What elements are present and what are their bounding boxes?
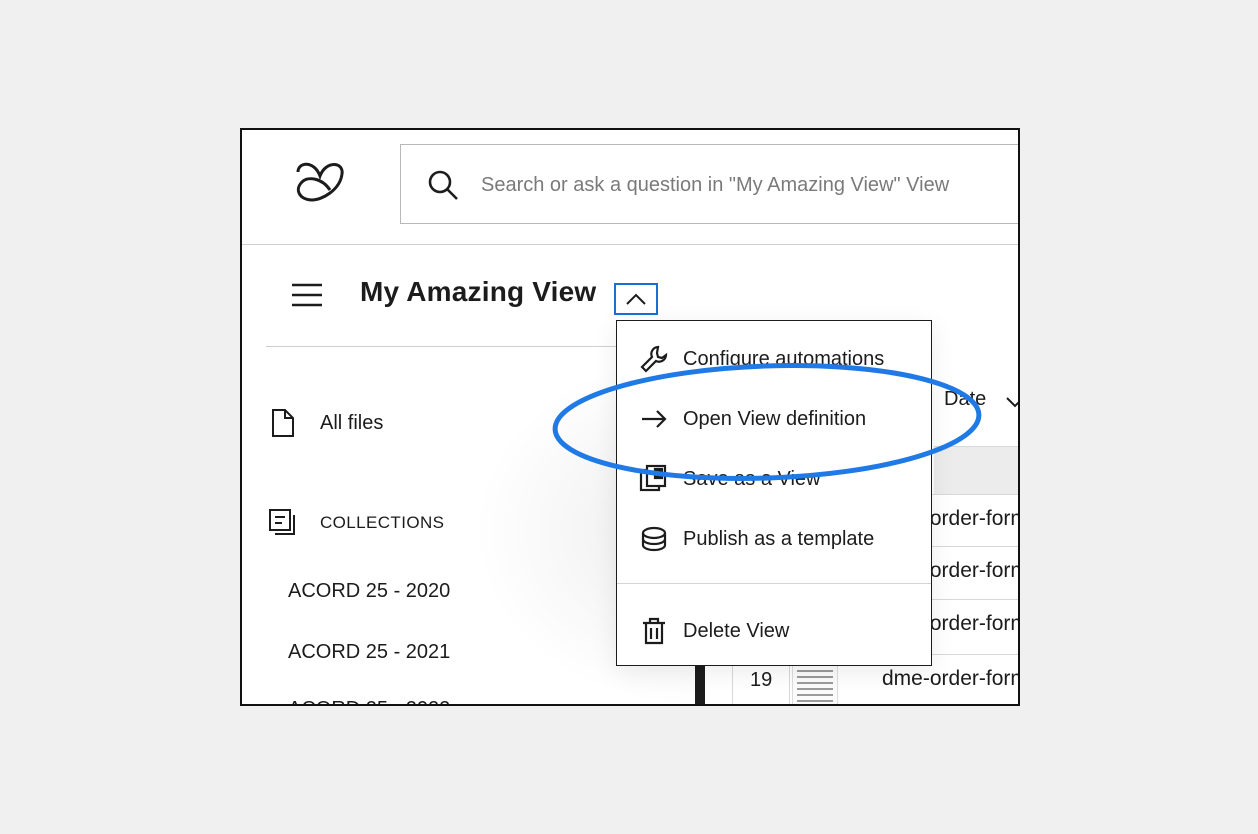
document-thumbnail [792, 659, 838, 704]
sidebar-item-all-files[interactable]: All files [270, 408, 383, 438]
menu-item-label: Configure automations [683, 347, 885, 370]
view-menu-toggle-button[interactable] [614, 283, 658, 315]
page-title: My Amazing View [360, 276, 597, 307]
menu-item-label: Open View definition [683, 407, 867, 430]
date-column-header[interactable]: Date [944, 388, 986, 411]
sidebar-item-label: All files [320, 411, 384, 434]
collections-label: COLLECTIONS [320, 513, 445, 532]
file-name: dme-order-form- [882, 667, 1020, 690]
sidebar-collections-heading: COLLECTIONS [268, 508, 444, 538]
view-options-dropdown: Configure automations Open View definiti… [616, 320, 932, 666]
menu-item-open-view-definition[interactable]: Open View definition [617, 399, 931, 439]
hamburger-menu-icon[interactable] [290, 280, 324, 310]
chevron-up-icon [626, 293, 646, 305]
menu-item-label: Publish as a template [683, 527, 875, 550]
collections-icon [269, 509, 295, 535]
search-input[interactable] [481, 169, 1018, 201]
wrench-icon [640, 345, 668, 373]
menu-item-save-as-view[interactable]: Save as a View [617, 459, 931, 499]
header-divider [266, 346, 656, 347]
database-icon [641, 526, 667, 552]
menu-item-delete-view[interactable]: Delete View [617, 611, 931, 651]
menu-item-configure-automations[interactable]: Configure automations [617, 339, 931, 379]
trash-icon [643, 617, 665, 645]
collection-item[interactable]: ACORD 25 - 2021 [288, 641, 450, 664]
topbar-divider [242, 244, 1018, 245]
resize-handle[interactable] [695, 664, 705, 704]
search-icon [428, 170, 458, 200]
menu-divider [617, 583, 931, 584]
app-window: My Amazing View All files COLLECTIONS [240, 128, 1020, 706]
copy-icon [639, 464, 667, 492]
menu-item-label: Delete View [683, 619, 790, 642]
logo-icon [296, 162, 344, 202]
table-header-row [934, 446, 1018, 495]
collection-item[interactable]: ACORD 25 - 2022 [288, 698, 450, 704]
arrow-right-icon [642, 410, 667, 428]
row-number: 19 [750, 669, 773, 691]
menu-item-label: Save as a View [683, 467, 821, 490]
collection-item[interactable]: ACORD 25 - 2020 [288, 580, 450, 603]
menu-item-publish-as-template[interactable]: Publish as a template [617, 519, 931, 559]
chevron-down-icon[interactable] [1004, 392, 1020, 412]
search-bar[interactable] [400, 144, 1018, 224]
file-icon [272, 409, 294, 437]
